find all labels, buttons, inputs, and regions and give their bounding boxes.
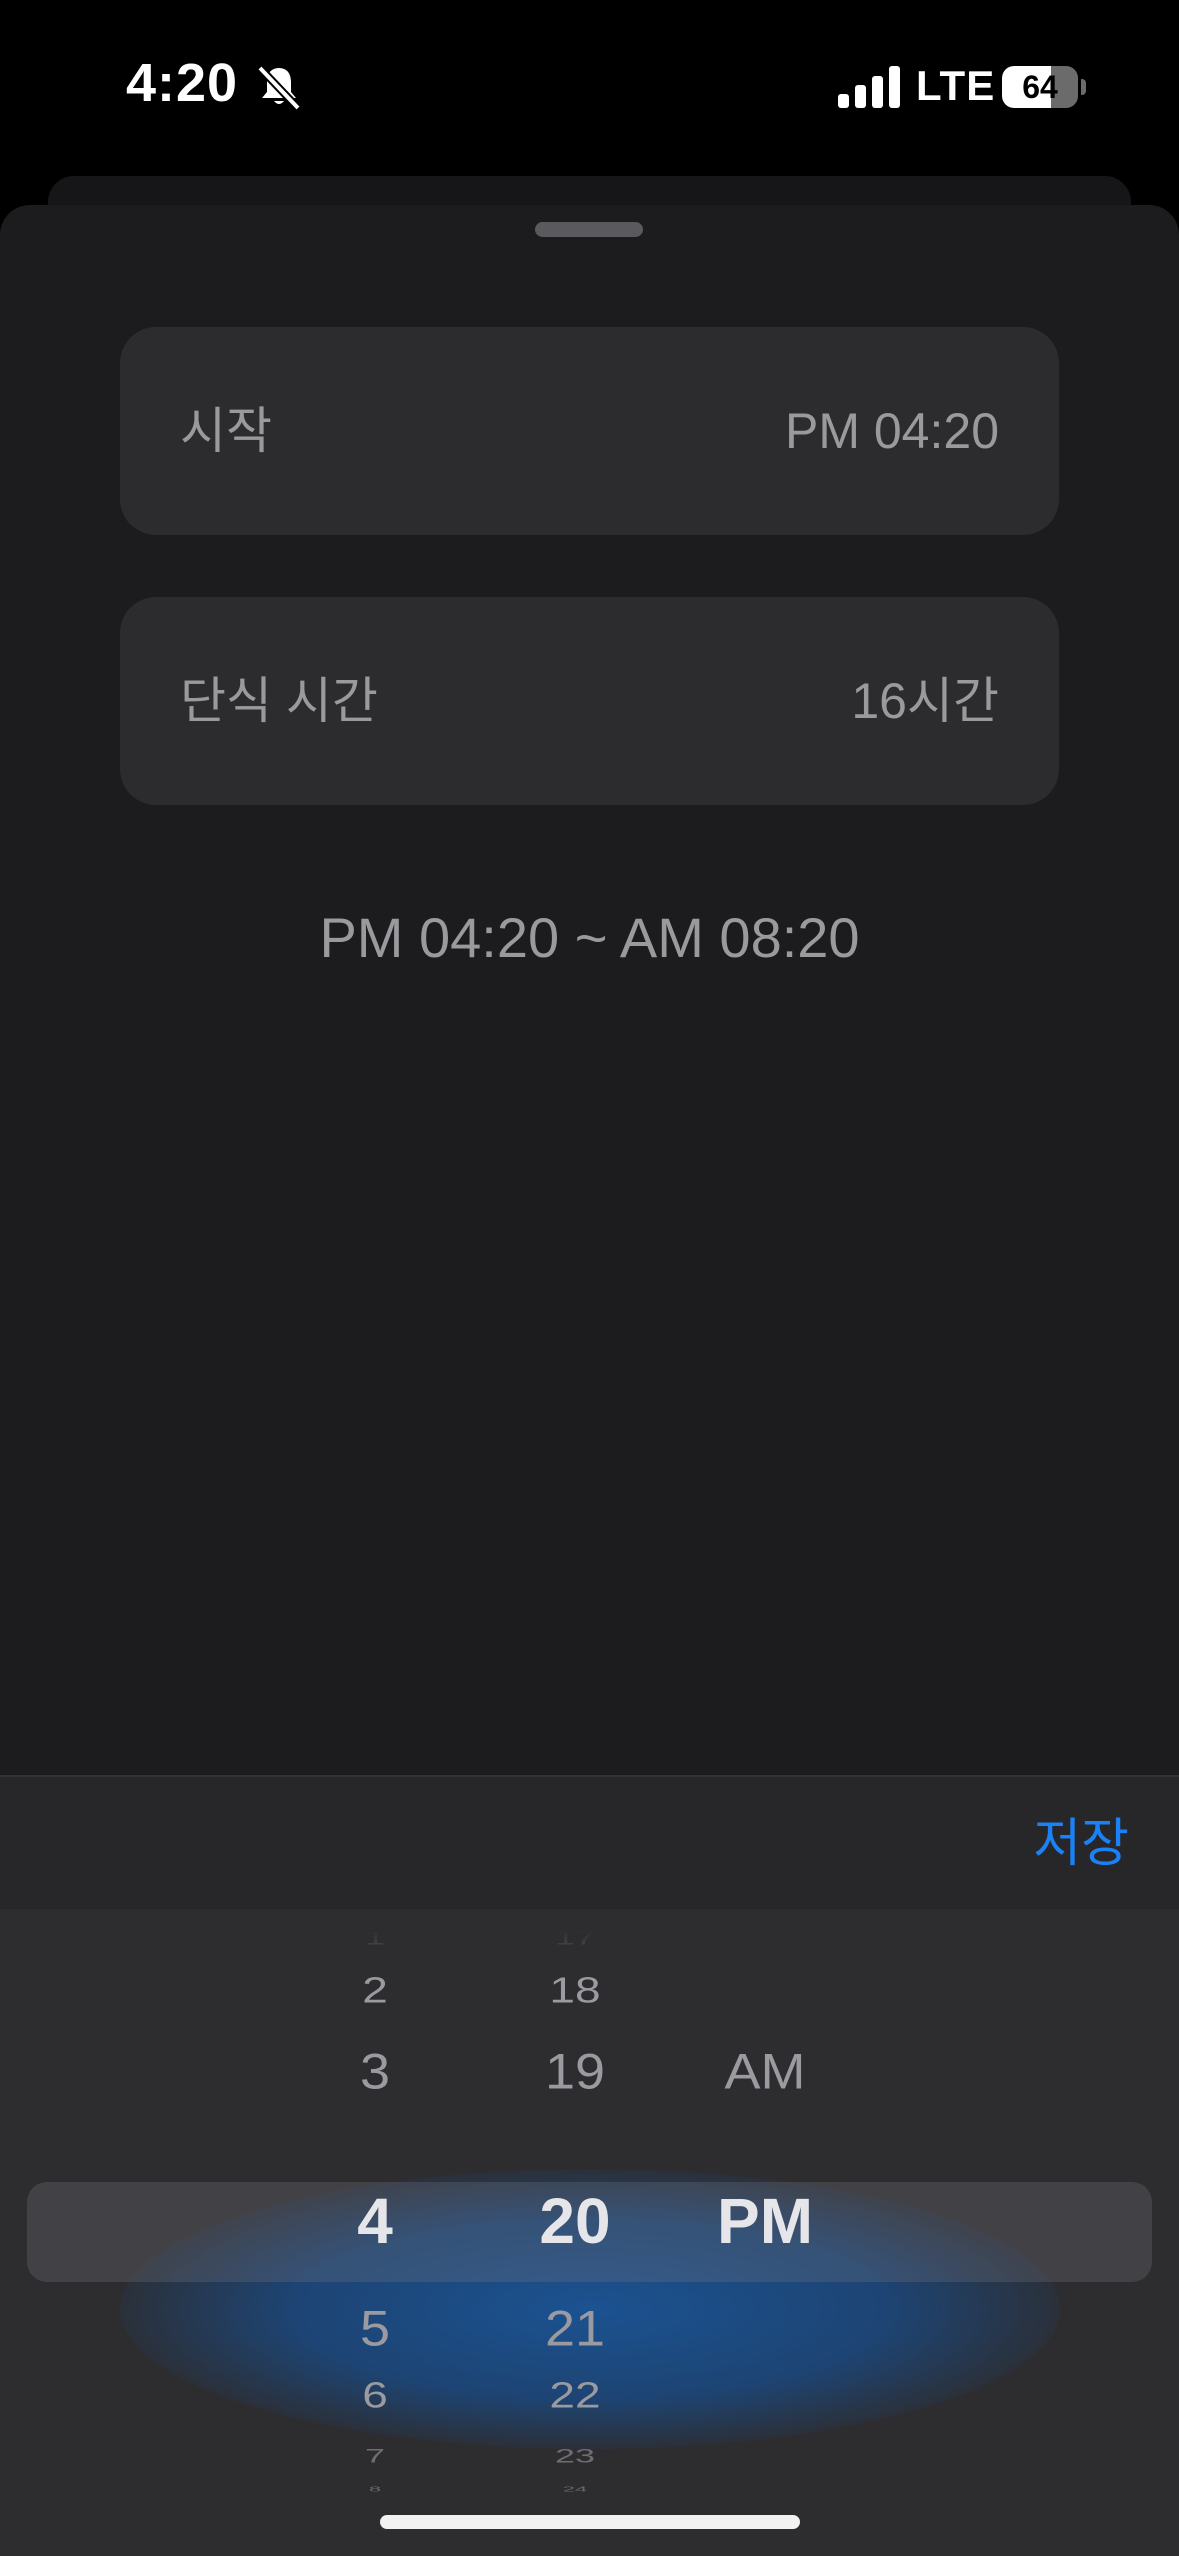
fasting-duration-label: 단식 시간: [180, 673, 378, 729]
status-time: 4:20: [126, 53, 239, 113]
start-time-value: PM 04:20: [784, 403, 999, 459]
picker-toolbar: 저장: [0, 1775, 1179, 1909]
save-button[interactable]: 저장: [1033, 1777, 1129, 1911]
minute-wheel[interactable]: 161718192021222324: [490, 1909, 660, 2556]
minute-option[interactable]: 19: [490, 2044, 660, 2099]
sheet-grabber[interactable]: [535, 222, 643, 237]
period-wheel[interactable]: AM PM: [680, 1909, 850, 2556]
screen: 4:20 LTE 64 시작 PM 04:20 단식 시간 16시간 PM 04…: [0, 0, 1179, 2556]
bell-slash-icon: [257, 65, 301, 111]
time-picker[interactable]: 1212345678 161718192021222324 AMPM: [0, 1909, 1179, 2556]
minute-option[interactable]: 23: [490, 2444, 660, 2467]
hour-selected[interactable]: 4: [290, 2186, 460, 2256]
minute-option[interactable]: 21: [490, 2301, 660, 2356]
minute-option[interactable]: 22: [490, 2375, 660, 2416]
hour-wheel[interactable]: 1212345678: [290, 1909, 460, 2556]
home-indicator[interactable]: [380, 2515, 800, 2529]
minute-selected[interactable]: 20: [490, 2186, 660, 2256]
hour-option[interactable]: 5: [290, 2301, 460, 2356]
status-bar: 4:20 LTE 64: [0, 0, 1179, 175]
fasting-duration-row[interactable]: 단식 시간 16시간: [120, 597, 1059, 805]
cellular-signal-icon: [838, 66, 900, 108]
fasting-range-text: PM 04:20 ~ AM 08:20: [319, 906, 860, 969]
hour-option[interactable]: 7: [290, 2444, 460, 2467]
battery-level: 64: [1022, 69, 1058, 105]
battery-icon: 64: [1002, 66, 1086, 108]
start-time-row[interactable]: 시작 PM 04:20: [120, 327, 1059, 535]
network-type: LTE: [916, 62, 996, 109]
period-option[interactable]: AM: [680, 2044, 850, 2099]
start-time-label: 시작: [180, 403, 272, 459]
hour-option[interactable]: 3: [290, 2044, 460, 2099]
hour-option[interactable]: 6: [290, 2375, 460, 2416]
fasting-duration-value: 16시간: [851, 673, 999, 729]
period-selected[interactable]: PM: [680, 2186, 850, 2256]
